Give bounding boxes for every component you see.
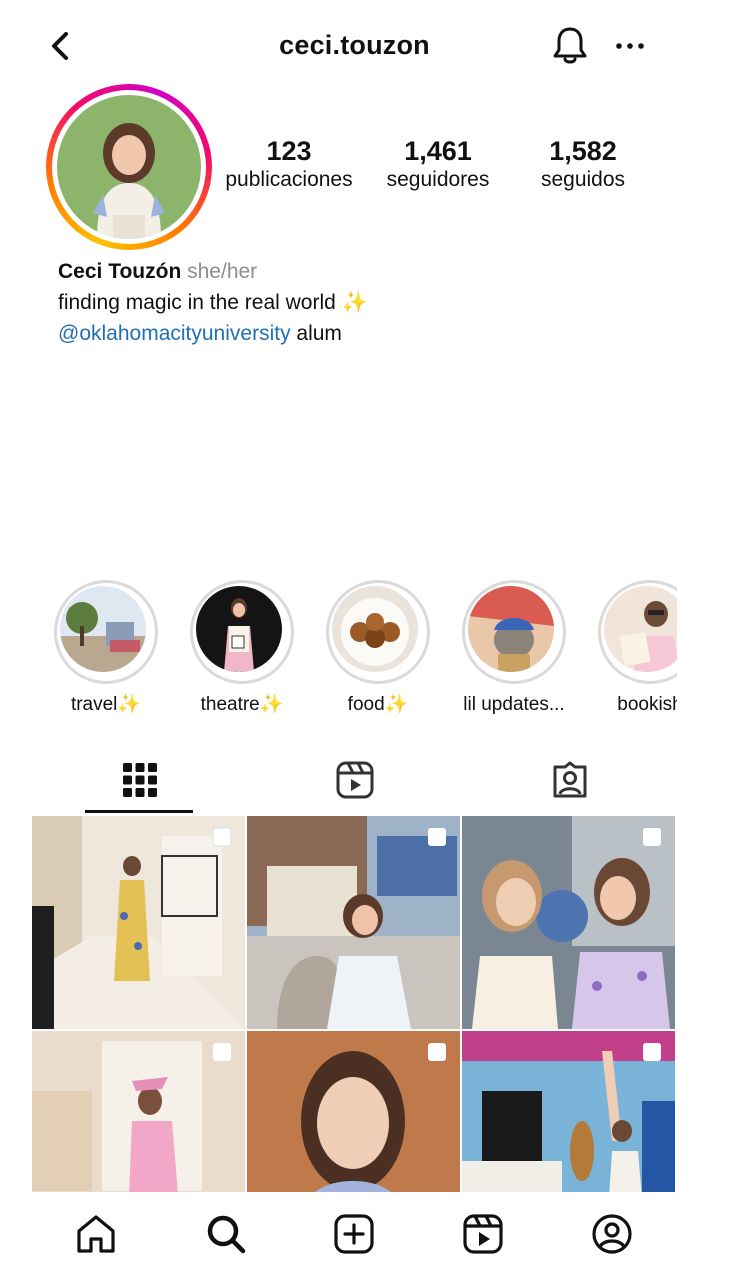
highlight-theatre[interactable]: theatre✨ [182,580,302,718]
theatre-highlight-image [196,586,282,672]
following-count: 1,582 [549,136,617,166]
bell-icon [553,27,587,64]
reels-icon [336,761,373,799]
multiple-photos-icon [428,1043,446,1061]
bottom-navigation [32,1192,677,1279]
profile-avatar[interactable] [57,95,201,239]
posts-grid [32,816,677,1192]
profile-header: ceci.touzon [32,0,677,92]
multiple-photos-icon [643,828,661,846]
highlight-label: bookish [617,694,677,715]
highlight-updates[interactable]: lil updates... [454,580,574,718]
following-stat[interactable]: 1,582 seguidos [518,135,648,193]
post-thumbnail[interactable] [462,816,675,1029]
nav-search[interactable] [202,1210,250,1258]
nav-create[interactable] [330,1210,378,1258]
tagged-user-icon [553,761,586,798]
nav-home[interactable] [72,1210,120,1258]
highlight-label: travel✨ [70,694,142,715]
nav-reels[interactable] [459,1210,507,1258]
display-name: Ceci Touzón [58,260,182,283]
highlight-label: lil updates... [463,694,565,715]
followers-label: seguidores [386,168,490,191]
profile-screen: ceci.touzon 123 publicaciones 1,461 segu… [32,0,677,1279]
bio-line-1: finding magic in the real world ✨ [58,291,368,314]
post-thumbnail[interactable] [247,816,460,1029]
post-thumbnail[interactable] [32,1031,245,1192]
post-thumbnail[interactable] [247,1031,460,1192]
more-icon [616,43,644,49]
home-icon [77,1215,115,1253]
highlight-label: theatre✨ [200,694,284,715]
followers-count: 1,461 [404,136,472,166]
pronouns: she/her [187,260,258,283]
reels-tab[interactable] [247,746,462,814]
story-highlights: travel✨ theatre✨ food✨ lil updates... bo… [32,580,677,720]
posts-count-stat: 123 publicaciones [220,135,358,193]
create-post-icon [334,1214,374,1254]
post-thumbnail[interactable] [462,1031,675,1192]
notifications-button[interactable] [550,24,590,68]
content-tabs [32,746,677,816]
highlight-travel[interactable]: travel✨ [46,580,166,718]
profile-bio: Ceci Touzón she/her finding magic in the… [58,256,658,349]
mention-link[interactable]: @oklahomacityuniversity [58,322,291,345]
bio-line-2: @oklahomacityuniversity alum [58,318,658,349]
post-thumbnail[interactable] [32,816,245,1029]
more-options-button[interactable] [614,36,648,56]
travel-highlight-image [60,586,146,672]
multiple-photos-icon [213,1043,231,1061]
reels-icon [463,1214,503,1254]
updates-highlight-image [468,586,554,672]
profile-story-ring[interactable] [46,84,212,250]
bio-line-2-rest: alum [290,322,342,345]
food-highlight-image [332,586,418,672]
active-tab-indicator [85,810,193,813]
bio-name-line: Ceci Touzón she/her [58,256,658,287]
nav-profile[interactable] [588,1210,636,1258]
highlight-label: food✨ [347,694,409,715]
posts-count: 123 [266,136,312,166]
grid-icon [122,763,157,797]
multiple-photos-icon [643,1043,661,1061]
tagged-tab[interactable] [462,746,677,814]
followers-stat[interactable]: 1,461 seguidores [370,135,506,193]
posts-grid-tab[interactable] [32,746,247,814]
highlight-bookish[interactable]: bookish [590,580,677,718]
posts-label: publicaciones [225,168,353,191]
multiple-photos-icon [428,828,446,846]
highlight-food[interactable]: food✨ [318,580,438,718]
multiple-photos-icon [212,827,232,847]
following-label: seguidos [540,168,626,191]
profile-icon [592,1214,632,1254]
search-icon [207,1215,246,1254]
